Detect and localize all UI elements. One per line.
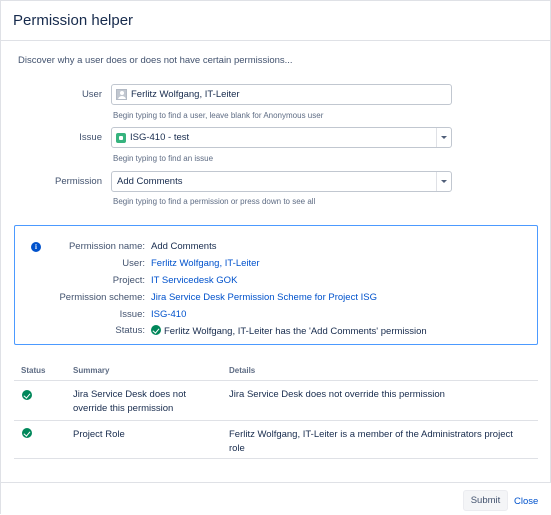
result-key: Project: [112,275,145,286]
permission-label: Permission [55,176,102,187]
result-value: Add Comments [151,241,217,252]
row-summary-cell: Jira Service Desk does not override this… [73,388,186,416]
result-key: Status: [115,325,145,336]
column-header-details: Details [229,366,256,375]
result-row-permission-name: Permission name: Add Comments [15,241,515,255]
issue-label: Issue [79,132,102,143]
result-scheme-link[interactable]: Jira Service Desk Permission Scheme for … [151,292,377,303]
permission-select[interactable]: Add Comments [111,171,452,192]
result-status-text: Ferlitz Wolfgang, IT-Leiter has the 'Add… [164,326,427,337]
result-row-user: User: Ferlitz Wolfgang, IT-Leiter [15,258,515,272]
result-info-box: i Permission name: Add Comments User: Fe… [14,225,538,345]
result-row-issue: Issue: ISG-410 [15,309,515,323]
result-issue-link[interactable]: ISG-410 [151,309,186,320]
issue-type-icon [116,132,126,143]
issue-dropdown-toggle[interactable] [436,128,451,147]
success-check-icon [151,325,161,335]
result-row-permission-scheme: Permission scheme: Jira Service Desk Per… [15,292,515,306]
close-link[interactable]: Close [514,496,538,507]
issue-help-text: Begin typing to find an issue [113,154,214,163]
row-status-cell [22,428,35,442]
permission-helper-dialog: Permission helper Discover why a user do… [0,0,551,515]
user-input[interactable]: Ferlitz Wolfgang, IT-Leiter [111,84,452,105]
issue-select-value: ISG-410 - test [130,132,190,143]
permission-details-table: Status Summary Details Jira Service Desk… [14,363,538,459]
row-summary-cell: Project Role [73,428,125,442]
user-label: User [81,89,102,100]
result-row-project: Project: IT Servicedesk GOK [15,275,515,289]
dialog-footer: Submit Close [1,482,551,515]
summary-line: override this permission [73,403,174,414]
dialog-title: Permission helper [13,12,134,29]
table-header: Status Summary Details [14,363,538,381]
table-row: Jira Service Desk does not override this… [14,381,538,421]
chevron-down-icon [441,180,447,183]
result-row-status: Status: Ferlitz Wolfgang, IT-Leiter has … [15,325,515,339]
submit-button[interactable]: Submit [463,490,508,511]
result-project-link[interactable]: IT Servicedesk GOK [151,275,237,286]
user-help-text: Begin typing to find a user, leave blank… [113,111,324,120]
user-avatar-icon [116,89,127,100]
details-line: Ferlitz Wolfgang, IT-Leiter is a member … [229,429,513,440]
row-status-cell [22,390,35,404]
dialog-header: Permission helper [1,1,550,41]
chevron-down-icon [441,136,447,139]
details-line: role [229,443,245,454]
result-key: Permission scheme: [59,292,145,303]
result-key: Issue: [119,309,145,320]
issue-select[interactable]: ISG-410 - test [111,127,452,148]
result-key: Permission name: [68,241,145,252]
summary-line: Project Role [73,429,125,440]
result-user-link[interactable]: Ferlitz Wolfgang, IT-Leiter [151,258,260,269]
success-check-icon [22,390,32,400]
permission-dropdown-toggle[interactable] [436,172,451,191]
user-input-value: Ferlitz Wolfgang, IT-Leiter [131,89,240,100]
details-line: Jira Service Desk does not override this… [229,389,445,400]
column-header-status: Status [21,366,46,375]
result-key: User: [122,258,145,269]
table-row: Project Role Ferlitz Wolfgang, IT-Leiter… [14,421,538,459]
permission-select-value: Add Comments [117,176,183,187]
row-details-cell: Ferlitz Wolfgang, IT-Leiter is a member … [229,428,513,456]
column-header-summary: Summary [73,366,110,375]
permission-help-text: Begin typing to find a permission or pre… [113,197,316,206]
result-status: Ferlitz Wolfgang, IT-Leiter has the 'Add… [151,325,427,337]
success-check-icon [22,428,32,438]
row-details-cell: Jira Service Desk does not override this… [229,388,445,402]
intro-text: Discover why a user does or does not hav… [18,55,293,66]
summary-line: Jira Service Desk does not [73,389,186,400]
